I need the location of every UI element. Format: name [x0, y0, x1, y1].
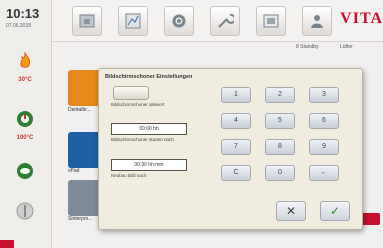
left-sidebar: 10:13 07.06.2018 30°C 100°C — [0, 0, 52, 248]
brand-logo: VITA — [340, 10, 383, 27]
dialog-title: Bildschirmschoner Einstellungen — [105, 74, 193, 80]
vacuum-icon — [17, 163, 33, 179]
start-after-label: Bildschirmschoner starten nach — [111, 137, 174, 142]
toolbar-window-button[interactable] — [256, 6, 286, 36]
key-backspace[interactable]: ← — [309, 165, 339, 181]
key-3[interactable]: 3 — [309, 87, 339, 103]
wrench-icon — [218, 13, 234, 28]
sensor-flame-value: 30°C — [18, 77, 32, 83]
sensor-temperature[interactable]: 100°C — [8, 110, 42, 141]
start-after-field[interactable]: 00:00 hh — [111, 123, 187, 135]
cancel-button[interactable]: ✕ — [276, 201, 306, 221]
furnace-icon — [79, 14, 95, 28]
status-subbar: 8 Standby Lüfter — [52, 42, 383, 54]
power-icon — [16, 202, 34, 220]
status-fan: Lüfter — [340, 44, 353, 50]
user-icon — [311, 15, 323, 28]
top-toolbar: VITA — [52, 0, 383, 42]
window-icon — [263, 14, 279, 28]
key-8[interactable]: 8 — [265, 139, 295, 155]
rebuild-after-label: Neubau Bild nach — [111, 173, 147, 178]
key-5[interactable]: 5 — [265, 113, 295, 129]
clock-time: 10:13 — [6, 6, 40, 21]
toolbar-program-button[interactable] — [72, 6, 102, 36]
flame-icon — [20, 51, 31, 68]
clock-date: 07.06.2018 — [6, 23, 32, 29]
gear-icon — [172, 14, 186, 28]
key-7[interactable]: 7 — [221, 139, 251, 155]
toolbar-user-button[interactable] — [302, 6, 332, 36]
key-9[interactable]: 9 — [309, 139, 339, 155]
key-clear[interactable]: C — [221, 165, 251, 181]
chart-icon — [125, 13, 141, 29]
toolbar-settings-button[interactable] — [164, 6, 194, 36]
sensor-flame[interactable]: 30°C — [8, 51, 42, 83]
tile-vpad-label: vPad — [68, 168, 80, 174]
sensor-vacuum[interactable] — [8, 162, 42, 185]
key-6[interactable]: 6 — [309, 113, 339, 129]
screensaver-toggle[interactable] — [113, 86, 149, 100]
screensaver-settings-dialog: Bildschirmschoner Einstellungen Bildschi… — [98, 68, 363, 230]
toggle-label: Bildschirmschoner aktiviert — [111, 102, 165, 107]
toolbar-tools-button[interactable] — [210, 6, 240, 36]
tile-dental-label: Dentalbr... — [68, 107, 91, 113]
brand-strip — [0, 240, 14, 248]
key-1[interactable]: 1 — [221, 87, 251, 103]
status-standby: 8 Standby — [296, 44, 319, 50]
confirm-button[interactable]: ✓ — [320, 201, 350, 221]
thermometer-icon — [17, 111, 33, 127]
rebuild-after-field[interactable]: 00:30 hh:mm — [111, 159, 187, 171]
red-flag-icon[interactable] — [360, 213, 380, 225]
sensor-power[interactable] — [8, 202, 42, 225]
toolbar-chart-button[interactable] — [118, 6, 148, 36]
key-2[interactable]: 2 — [265, 87, 295, 103]
sensor-temperature-value: 100°C — [16, 135, 34, 141]
key-4[interactable]: 4 — [221, 113, 251, 129]
tile-sinter-label: Sinterpro... — [68, 216, 93, 222]
key-0[interactable]: 0 — [265, 165, 295, 181]
